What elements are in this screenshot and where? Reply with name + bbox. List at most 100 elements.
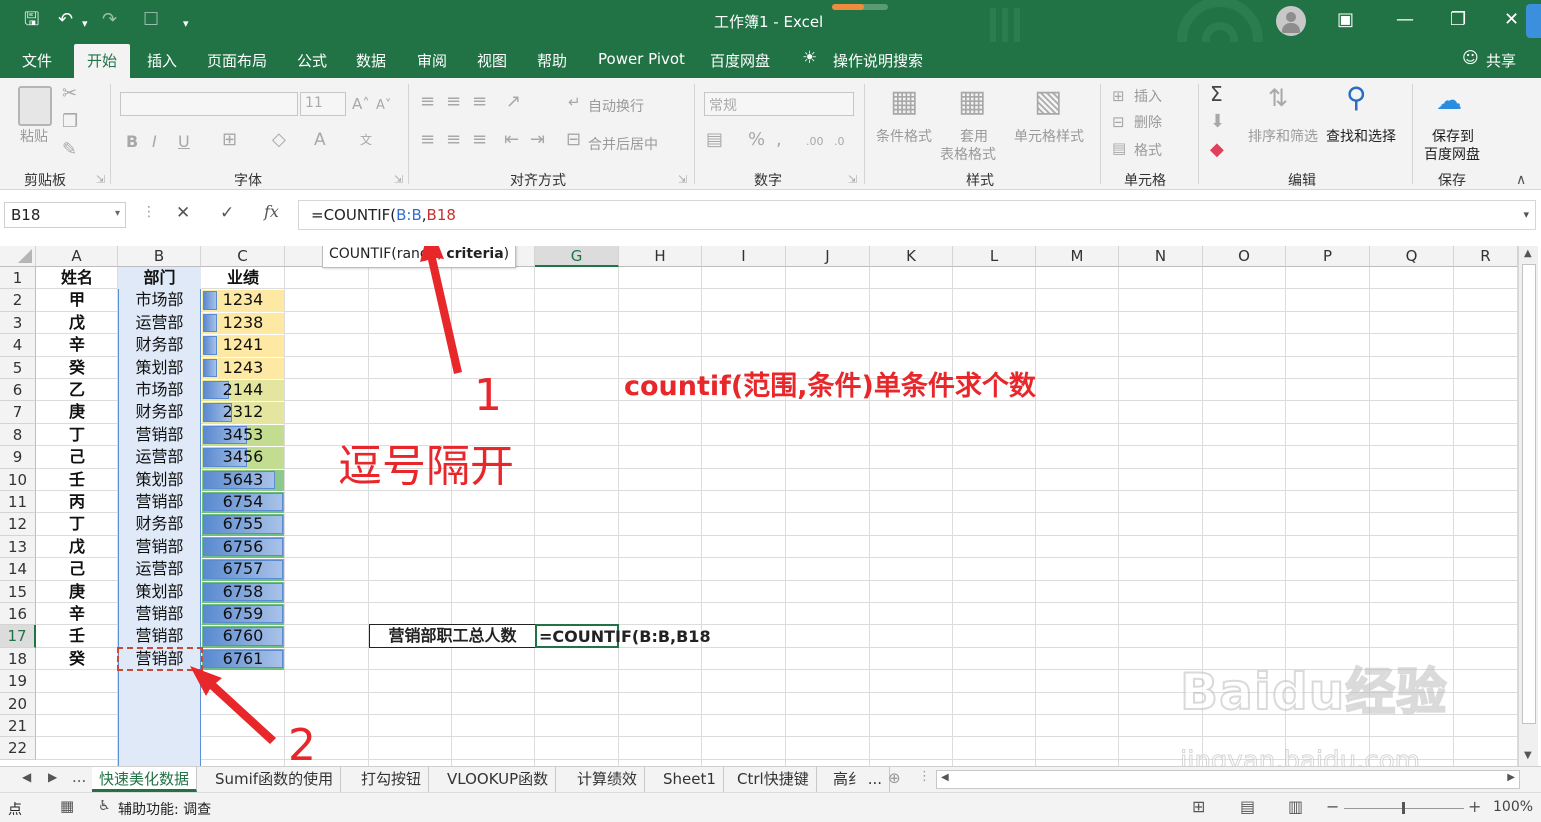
bold-icon[interactable]: B xyxy=(126,132,138,152)
vertical-scrollbar[interactable]: ▲ ▼ xyxy=(1518,246,1538,766)
sheet-tab[interactable]: Ctrl快捷键 xyxy=(730,767,817,792)
sheet-tab[interactable]: 计算绩效 xyxy=(570,767,646,792)
fill-color-icon[interactable]: ◇ xyxy=(272,130,286,150)
merge-center-button[interactable]: 合并后居中 xyxy=(588,134,658,154)
prev-sheet-icon[interactable]: ◀ xyxy=(22,770,31,784)
comma-style-icon[interactable]: , xyxy=(776,130,782,150)
align-middle-icon[interactable]: ≡ xyxy=(446,92,461,112)
sheet-tab[interactable]: VLOOKUP函数 xyxy=(440,767,557,792)
tab-home[interactable]: 开始 xyxy=(87,50,117,71)
side-widget-icon[interactable] xyxy=(1526,4,1541,38)
formula-input[interactable]: =COUNTIF(B:B,B18 ▾ xyxy=(298,200,1536,230)
cut-icon[interactable]: ✂ xyxy=(62,84,77,104)
align-right-icon[interactable]: ≡ xyxy=(472,130,487,150)
collapse-ribbon-icon[interactable]: ∧ xyxy=(1516,170,1526,190)
save-icon[interactable]: 🖫 xyxy=(24,8,39,32)
tab-review[interactable]: 审阅 xyxy=(417,50,447,71)
orientation-icon[interactable]: ↗ xyxy=(506,92,521,112)
page-layout-view-icon[interactable]: ▤ xyxy=(1240,797,1255,816)
tab-page-layout[interactable]: 页面布局 xyxy=(207,50,267,71)
currency-icon[interactable]: ▤ xyxy=(706,130,723,150)
redo-icon[interactable]: ↷ xyxy=(102,8,117,32)
expand-formula-icon[interactable]: ▾ xyxy=(1523,208,1529,221)
tab-view[interactable]: 视图 xyxy=(477,50,507,71)
percent-icon[interactable]: % xyxy=(748,130,765,150)
dialog-launcher-icon[interactable]: ⇲ xyxy=(394,170,403,190)
share-button[interactable]: 共享 xyxy=(1486,50,1516,71)
font-size-box[interactable]: 11 xyxy=(300,92,346,116)
phonetic-icon[interactable]: 文 xyxy=(360,130,372,150)
tab-insert[interactable]: 插入 xyxy=(147,50,177,71)
insert-cells-button[interactable]: 插入 xyxy=(1134,86,1162,106)
format-cells-icon[interactable]: ▤ xyxy=(1112,138,1126,158)
chevron-down-icon[interactable]: ▾ xyxy=(115,208,120,219)
zoom-in-icon[interactable]: + xyxy=(1468,797,1481,816)
zoom-level[interactable]: 100% xyxy=(1493,799,1533,815)
zoom-slider[interactable] xyxy=(1344,802,1464,814)
save-to-netdisk-line2[interactable]: 百度网盘 xyxy=(1424,144,1480,164)
align-left-icon[interactable]: ≡ xyxy=(420,130,435,150)
fill-icon[interactable]: ⬇ xyxy=(1210,112,1225,132)
name-box[interactable]: B18 ▾ xyxy=(4,202,126,228)
dialog-launcher-icon[interactable]: ⇲ xyxy=(96,170,105,190)
table-format-button-line1[interactable]: 套用 xyxy=(960,126,988,146)
tab-baidu-netdisk[interactable]: 百度网盘 xyxy=(710,50,770,71)
dialog-launcher-icon[interactable]: ⇲ xyxy=(678,170,687,190)
autosum-icon[interactable]: Σ xyxy=(1210,84,1223,104)
increase-font-icon[interactable]: A˄ xyxy=(352,94,370,114)
scroll-right-icon[interactable]: ▶ xyxy=(1507,772,1515,783)
undo-icon[interactable]: ↶ xyxy=(58,8,73,32)
font-name-box[interactable] xyxy=(120,92,298,116)
number-format-box[interactable]: 常规 xyxy=(704,92,854,116)
scroll-up-icon[interactable]: ▲ xyxy=(1524,248,1532,259)
tell-me-search[interactable]: 操作说明搜索 xyxy=(833,50,923,71)
align-top-icon[interactable]: ≡ xyxy=(420,92,435,112)
sheet-tab[interactable]: Sheet1 xyxy=(656,767,724,792)
dialog-launcher-icon[interactable]: ⇲ xyxy=(848,170,857,190)
macro-record-icon[interactable]: ▦ xyxy=(60,797,74,815)
accessibility-status[interactable]: 辅助功能: 调查 xyxy=(118,799,211,819)
increase-indent-icon[interactable]: ⇥ xyxy=(530,130,545,150)
save-to-netdisk-line1[interactable]: 保存到 xyxy=(1432,126,1474,146)
format-painter-icon[interactable]: ✎ xyxy=(62,140,77,160)
horizontal-scrollbar[interactable]: ◀ ▶ xyxy=(936,770,1520,789)
merge-icon[interactable]: ⊟ xyxy=(566,130,581,150)
page-break-view-icon[interactable]: ▥ xyxy=(1288,797,1303,816)
align-center-icon[interactable]: ≡ xyxy=(446,130,461,150)
sort-filter-icon[interactable]: ⇅ xyxy=(1268,84,1288,112)
increase-decimal-icon[interactable]: .00 xyxy=(806,132,824,152)
wrap-text-button[interactable]: 自动换行 xyxy=(588,96,644,116)
border-icon[interactable]: ⊞ xyxy=(222,130,237,150)
minimize-icon[interactable]: — xyxy=(1396,8,1414,32)
conditional-format-icon[interactable]: ▦ xyxy=(890,86,918,118)
clear-icon[interactable]: ◆ xyxy=(1210,140,1224,160)
sheet-tab[interactable]: 快速美化数据 xyxy=(92,767,198,792)
ribbon-display-icon[interactable]: ▣ xyxy=(1337,8,1354,32)
insert-cells-icon[interactable]: ⊞ xyxy=(1112,86,1125,106)
customize-qat-icon[interactable]: ▾ xyxy=(183,12,189,36)
scroll-thumb[interactable] xyxy=(1522,264,1536,724)
enter-icon[interactable]: ✓ xyxy=(220,203,234,223)
tab-data[interactable]: 数据 xyxy=(356,50,386,71)
table-format-icon[interactable]: ▦ xyxy=(958,86,986,118)
sort-filter-button[interactable]: 排序和筛选 xyxy=(1248,126,1318,146)
conditional-format-button[interactable]: 条件格式 xyxy=(876,126,932,146)
tab-power-pivot[interactable]: Power Pivot xyxy=(598,50,685,68)
more-sheets-icon[interactable]: ... xyxy=(72,768,86,786)
italic-icon[interactable]: I xyxy=(152,132,157,152)
tab-formulas[interactable]: 公式 xyxy=(297,50,327,71)
add-sheet-icon[interactable]: ⊕ xyxy=(888,769,901,787)
print-preview-icon[interactable]: ☐ xyxy=(143,8,159,32)
splitter-icon[interactable]: ⋮ xyxy=(918,769,931,784)
paste-button[interactable]: 粘贴 xyxy=(20,126,48,146)
sheet-tab[interactable]: 高纟 ... xyxy=(826,767,891,792)
sheet-tab[interactable]: Sumif函数的使用 xyxy=(208,767,342,792)
tab-help[interactable]: 帮助 xyxy=(537,50,567,71)
restore-icon[interactable]: ❐ xyxy=(1450,8,1466,32)
delete-cells-button[interactable]: 删除 xyxy=(1134,112,1162,132)
clipboard-icon[interactable] xyxy=(18,86,52,126)
insert-function-icon[interactable]: fx xyxy=(264,202,279,221)
cancel-icon[interactable]: ✕ xyxy=(176,203,190,223)
delete-cells-icon[interactable]: ⊟ xyxy=(1112,112,1125,132)
table-format-button-line2[interactable]: 表格格式 xyxy=(940,144,996,164)
